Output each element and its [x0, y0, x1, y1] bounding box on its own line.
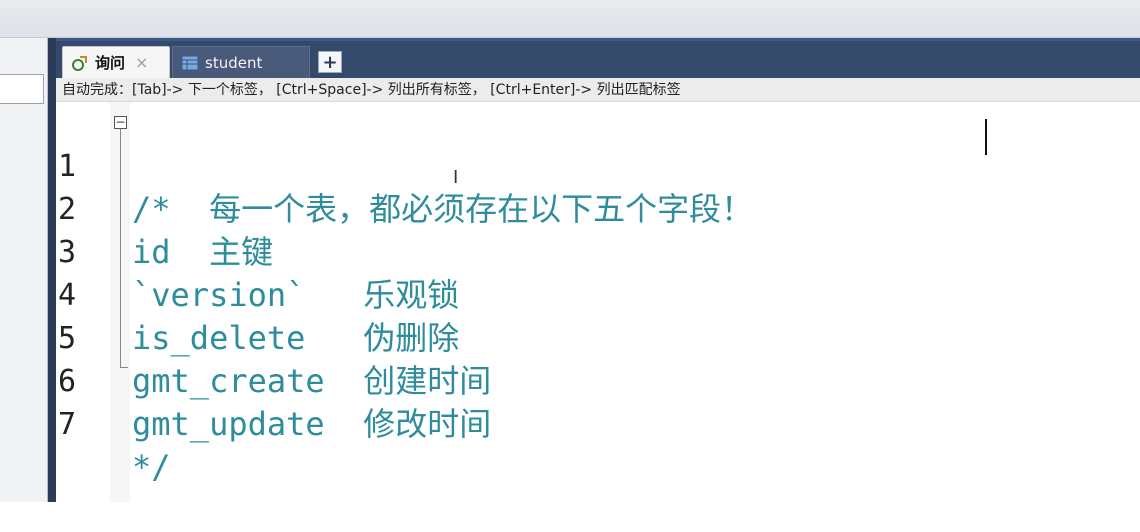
autocomplete-hint: 自动完成：[Tab]-> 下一个标签， [Ctrl+Space]-> 列出所有标… [56, 78, 1140, 102]
text-caret [985, 119, 987, 155]
code-line[interactable]: 6 gmt_update 修改时间 [56, 317, 1140, 443]
table-icon [181, 54, 199, 72]
line-number: 7 [58, 407, 77, 442]
tab-query-label: 询问 [95, 54, 126, 72]
tab-student-label: student [205, 53, 263, 72]
panel-splitter[interactable] [48, 38, 56, 502]
left-panel-input[interactable] [0, 74, 44, 104]
query-icon [71, 54, 89, 72]
ibeam-cursor-icon: I [453, 167, 459, 188]
tab-query[interactable]: 询问 × [62, 46, 170, 78]
tab-student[interactable]: student [172, 46, 310, 78]
editor-tabbar: 询问 × student + [56, 38, 1140, 78]
code-line[interactable]: 4 is_delete 伪删除 [56, 231, 1140, 357]
code-text: */ [132, 448, 171, 486]
close-icon[interactable]: × [135, 53, 148, 72]
code-line[interactable]: 2 id 主键 [56, 145, 1140, 271]
left-panel [0, 38, 48, 502]
window-top-bar [0, 0, 1140, 38]
code-line[interactable]: 5 gmt_create 创建时间 [56, 274, 1140, 400]
code-line[interactable]: 3 `version` 乐观锁 [56, 188, 1140, 314]
add-tab-button[interactable]: + [318, 51, 342, 73]
query-editor: 询问 × student + 自动完成：[Tab]-> 下一个标签， [Ctrl… [56, 38, 1140, 502]
code-line[interactable]: 1 /* 每一个表，都必须存在以下五个字段！ [56, 102, 1140, 228]
code-line[interactable]: 7 */ [56, 360, 1140, 486]
code-text: gmt_update 修改时间 [132, 405, 492, 443]
